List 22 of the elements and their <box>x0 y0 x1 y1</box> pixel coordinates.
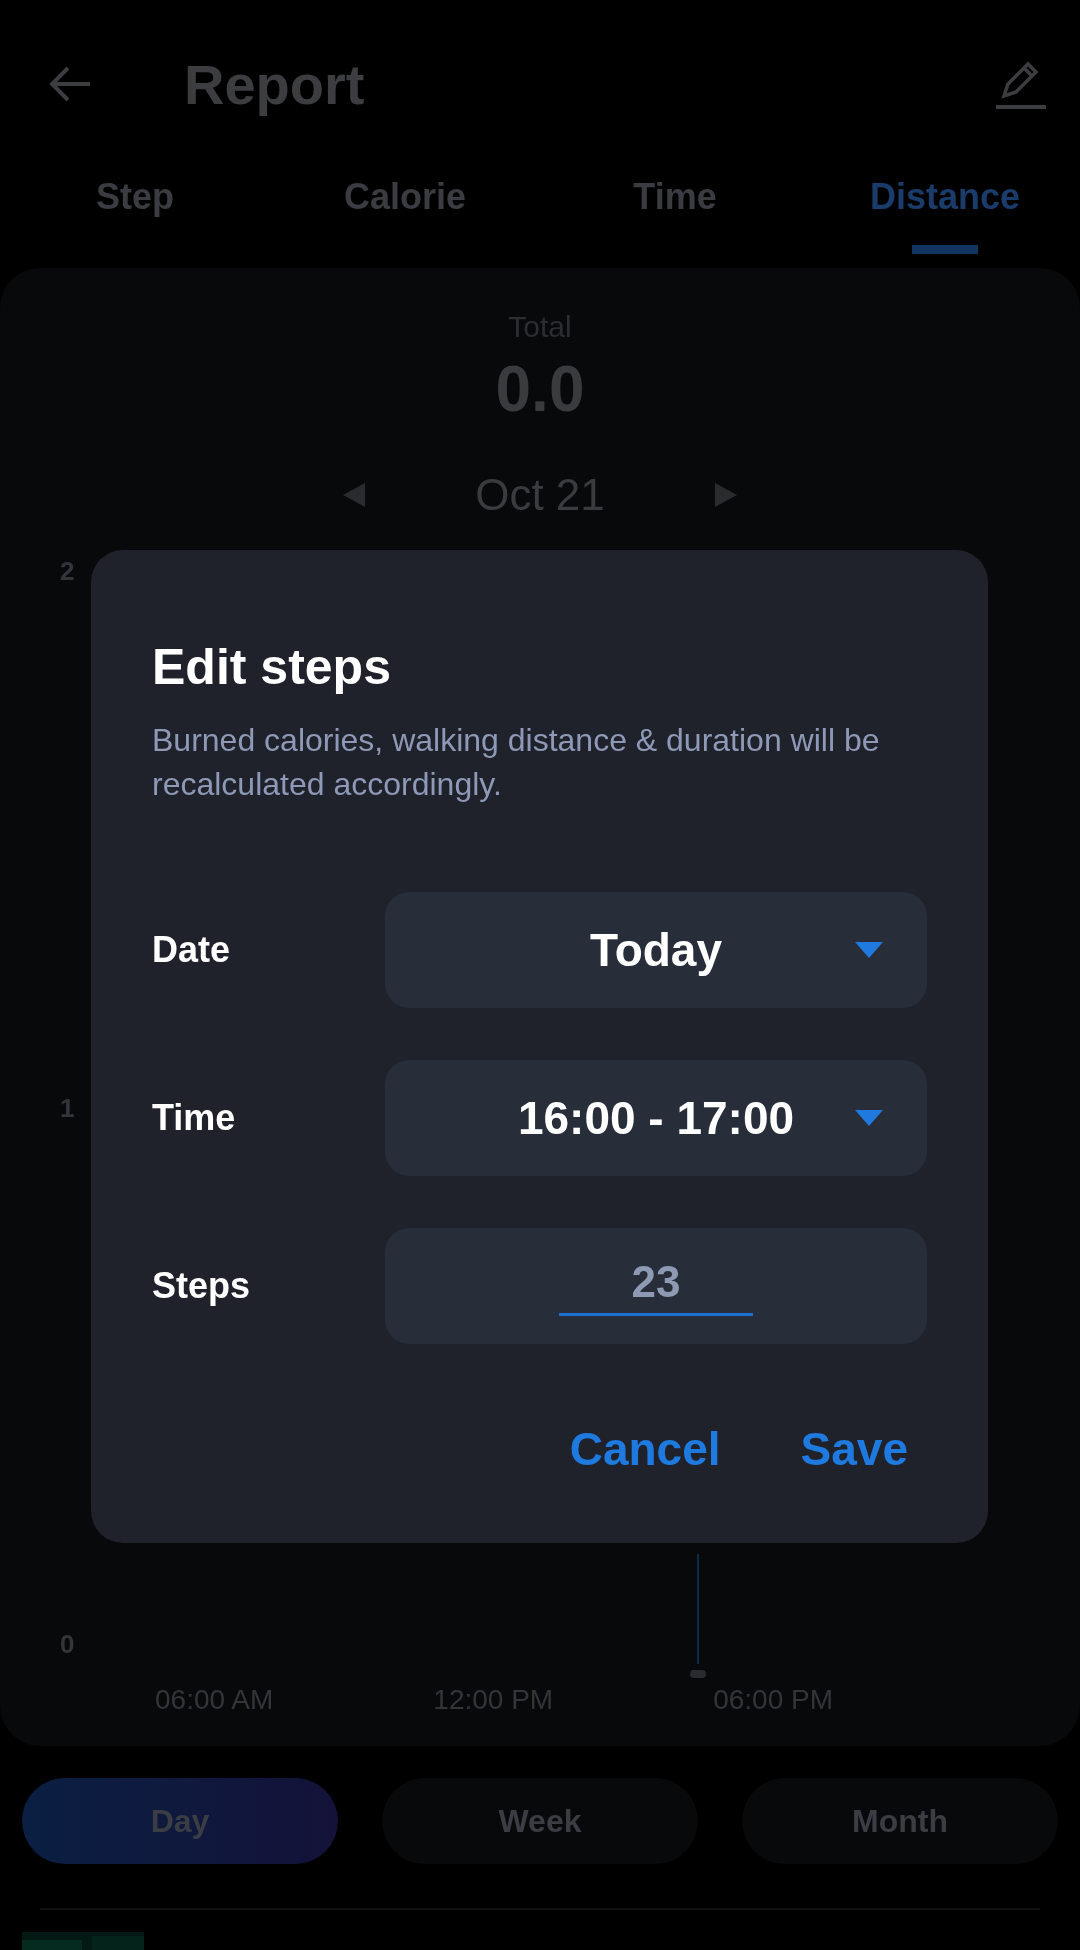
field-label: Date <box>152 929 232 971</box>
dialog-description: Burned calories, walking distance & duration will be recalculated accordingly. <box>152 721 881 804</box>
steps-input-field[interactable]: 23 <box>559 1256 753 1316</box>
previous-day-icon[interactable] <box>343 483 366 507</box>
back-arrow-icon[interactable] <box>48 65 92 103</box>
dialog-title: Edit steps <box>152 638 392 696</box>
tab[interactable]: Time <box>540 168 810 266</box>
field-label: Steps <box>152 1265 252 1307</box>
tab[interactable]: Step <box>0 168 270 266</box>
period-button[interactable]: Month <box>742 1778 1058 1864</box>
next-day-icon[interactable] <box>714 483 737 507</box>
cancel-button[interactable]: Cancel <box>569 1422 721 1476</box>
field-label: Time <box>152 1097 237 1139</box>
caret-icon <box>855 1110 883 1126</box>
dropdown-field[interactable]: Today <box>385 892 927 1008</box>
period-button[interactable]: Week <box>382 1778 698 1864</box>
dropdown-field[interactable]: 16:00 - 17:00 <box>385 1060 927 1176</box>
tab[interactable]: Calorie <box>270 168 540 266</box>
tab[interactable]: Distance <box>810 168 1080 266</box>
save-button[interactable]: Save <box>800 1422 908 1476</box>
caret-icon <box>855 942 883 958</box>
page-title: Report <box>184 51 366 117</box>
